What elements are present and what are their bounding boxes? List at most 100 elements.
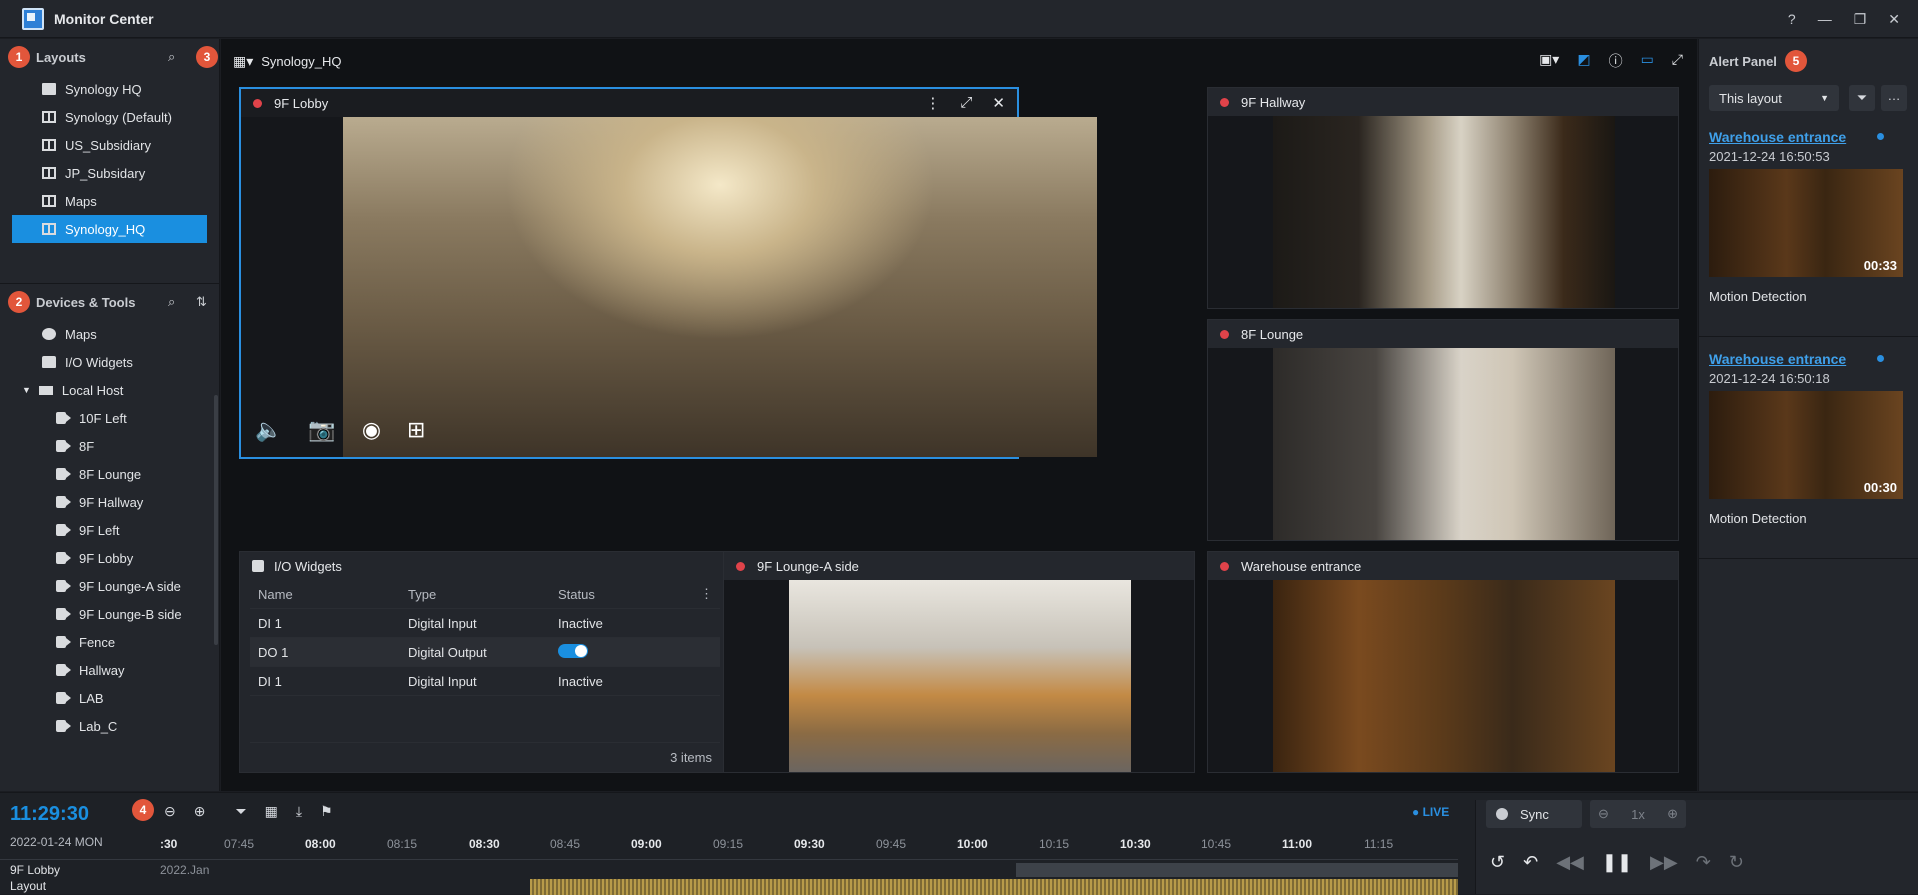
device-item[interactable]: I/O Widgets [0,348,219,376]
fisheye-icon[interactable]: ◩ [1577,51,1590,71]
increase-speed-icon[interactable]: ⊕ [1667,806,1678,822]
camera-feed-9f-lounge-a[interactable] [789,580,1131,772]
camera-feed-9f-lobby[interactable] [343,117,1097,457]
column-header[interactable]: Name [250,587,400,602]
fast-forward-icon[interactable]: ▶▶ [1650,852,1678,873]
filter-icon[interactable]: ⏷ [1849,85,1875,111]
camera-item[interactable]: Lab_C [0,712,219,740]
time-tick: 08:00 [305,837,336,851]
camera-feed-warehouse[interactable] [1273,580,1615,772]
devices-scrollbar[interactable] [214,395,218,645]
camera-icon [56,692,71,704]
grid-layout-icon[interactable]: ▦▾ [233,53,253,70]
column-header[interactable]: Status [550,587,700,602]
camera-tile-title: 9F Lounge-A side [757,558,859,574]
layout-icon [42,223,56,235]
skip-forward-icon[interactable]: ↻ [1729,852,1744,873]
camera-tile-9f-hallway[interactable]: 9F Hallway [1207,87,1679,309]
search-icon[interactable]: ⌕ [168,294,175,310]
digital-zoom-icon[interactable]: ⊞ [407,417,425,443]
table-row[interactable]: DO 1 Digital Output [250,638,720,667]
more-icon[interactable]: … [1881,85,1907,111]
camera-item[interactable]: Fence [0,628,219,656]
fullscreen-icon[interactable]: ⤢ [1672,51,1683,71]
camera-tile-warehouse[interactable]: Warehouse entrance [1207,551,1679,773]
expand-icon[interactable]: ⤢ [960,94,972,112]
layout-item[interactable]: US_Subsidiary [0,131,219,159]
caret-down-icon: ▼ [1820,93,1829,103]
camera-tile-8f-lounge[interactable]: 8F Lounge [1207,319,1679,541]
caret-down-icon[interactable]: ▼ [22,385,31,395]
calendar-icon[interactable]: ▦ [265,803,278,820]
zoom-out-icon[interactable]: ⊖ [164,803,176,820]
zoom-in-icon[interactable]: ⊕ [194,803,206,820]
camera-item[interactable]: LAB [0,684,219,712]
layout-item[interactable]: Maps [0,187,219,215]
devices-list: Maps I/O Widgets ▼ Local Host 10F Left 8F… [0,320,219,740]
close-icon[interactable]: ✕ [1888,11,1900,28]
layout-item[interactable]: Synology (Default) [0,103,219,131]
info-icon[interactable]: ⓘ [1609,51,1623,71]
camera-item[interactable]: 10F Left [0,404,219,432]
camera-item[interactable]: 8F [0,432,219,460]
alert-title-link[interactable]: Warehouse entrance [1709,351,1846,367]
device-item[interactable]: ▼ Local Host [0,376,219,404]
decrease-speed-icon[interactable]: ⊖ [1598,806,1609,822]
time-tick: 10:30 [1120,837,1151,851]
record-icon[interactable]: ◉ [362,417,381,443]
search-icon[interactable]: ⌕ [168,49,175,65]
minimize-icon[interactable]: — [1818,11,1832,27]
back-10s-icon[interactable]: ↶ [1523,852,1538,873]
camera-item[interactable]: 9F Hallway [0,488,219,516]
camera-item[interactable]: 8F Lounge [0,460,219,488]
column-menu-icon[interactable]: ⋮ [700,586,720,602]
layout-item-selected[interactable]: Synology_HQ [12,215,207,243]
pause-icon[interactable]: ❚❚ [1602,852,1632,873]
table-row[interactable]: DI 1 Digital Input Inactive [250,609,720,638]
camera-item[interactable]: 9F Lobby [0,544,219,572]
stream-quality-icon[interactable]: ▣▾ [1539,51,1559,71]
alert-title-link[interactable]: Warehouse entrance [1709,129,1846,145]
panel-toggle-icon[interactable]: ▭ [1641,51,1654,71]
camera-item[interactable]: 9F Left [0,516,219,544]
alert-thumbnail[interactable]: 00:30 [1709,391,1903,499]
close-tile-icon[interactable]: ✕ [992,94,1005,112]
current-layout-name: Synology_HQ [261,53,342,69]
snapshot-icon[interactable]: 📷 [308,417,335,443]
filter-icon[interactable]: ⏷ [235,803,246,820]
layout-item[interactable]: Synology HQ [0,75,219,103]
bookmark-icon[interactable]: ⚑ [320,803,333,820]
rewind-icon[interactable]: ↺ [1490,852,1505,873]
alert-card[interactable]: Warehouse entrance 2021-12-24 16:50:53 0… [1699,115,1918,337]
time-tick: 08:15 [387,837,418,851]
column-header[interactable]: Type [400,587,550,602]
timeline-coverage-bar[interactable] [1016,863,1458,877]
layout-item[interactable]: JP_Subsidary [0,159,219,187]
camera-feed-8f-lounge[interactable] [1273,348,1615,540]
device-item[interactable]: Maps [0,320,219,348]
alert-scope-dropdown[interactable]: This layout ▼ [1709,85,1839,111]
camera-item[interactable]: Hallway [0,656,219,684]
sort-icon[interactable]: ⇅ [196,294,207,310]
alert-card[interactable]: Warehouse entrance 2021-12-24 16:50:18 0… [1699,337,1918,559]
table-row[interactable]: DI 1 Digital Input Inactive [250,667,720,696]
restore-icon[interactable]: ❐ [1854,11,1867,28]
speed-stepper[interactable]: ⊖ 1x ⊕ [1590,800,1686,828]
camera-item[interactable]: 9F Lounge-A side [0,572,219,600]
help-icon[interactable]: ? [1788,11,1796,27]
alert-thumbnail[interactable]: 00:33 [1709,169,1903,277]
forward-10s-icon[interactable]: ↷ [1696,852,1711,873]
more-options-icon[interactable]: ⋮ [925,94,940,112]
camera-tile-9f-lounge-a[interactable]: 9F Lounge-A side [723,551,1195,773]
camera-item[interactable]: 9F Lounge-B side [0,600,219,628]
output-toggle[interactable] [558,643,588,658]
recording-strip[interactable] [530,879,1458,895]
sync-button[interactable]: Sync [1486,800,1582,828]
live-indicator[interactable]: ● LIVE [1412,805,1449,819]
camera-tile-9f-lobby[interactable]: 9F Lobby ⋮ ⤢ ✕ 🔈 📷 ◉ ⊞ [239,87,1097,459]
audio-icon[interactable]: 🔈 [255,417,282,443]
slow-backward-icon[interactable]: ◀◀ [1556,852,1584,873]
camera-feed-9f-hallway[interactable] [1273,116,1615,308]
app-title: Monitor Center [54,10,154,27]
download-icon[interactable]: ⤓ [296,803,302,820]
